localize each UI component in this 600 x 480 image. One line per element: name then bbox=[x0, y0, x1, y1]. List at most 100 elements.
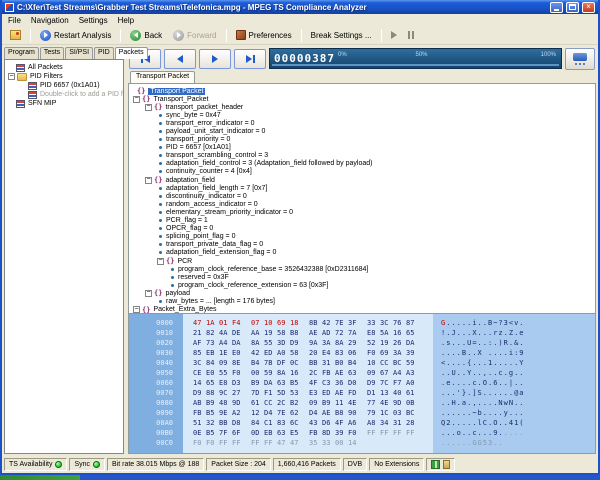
sidebar-item[interactable]: SFN MIP bbox=[6, 99, 122, 108]
hex-ascii-row[interactable]: ...'}.]S......@a bbox=[441, 389, 595, 399]
hex-ascii-row[interactable]: !.J...X...rz.Z.e bbox=[441, 329, 595, 339]
tree-node[interactable]: {}Transport Packet bbox=[133, 87, 595, 95]
tree-node[interactable]: PID = 6657 [0x1A01] bbox=[133, 144, 595, 152]
tab-si-psi[interactable]: SI/PSI bbox=[65, 47, 93, 59]
break-settings-button[interactable]: Break Settings ... bbox=[306, 29, 377, 42]
packet-position-panel[interactable]: 00000387 0% 50% 100% bbox=[269, 48, 562, 69]
hex-ascii-row[interactable]: G.....i..B~?3<v. bbox=[441, 319, 595, 329]
next-packet-button[interactable] bbox=[199, 49, 231, 69]
hex-bytes-row[interactable]: 85EB1EE042EDA05820E48306F0693A39 bbox=[193, 349, 433, 359]
hex-bytes-row[interactable]: 5132BBD884C1836C43D64FA6A8343128 bbox=[193, 419, 433, 429]
menu-settings[interactable]: Settings bbox=[74, 16, 113, 25]
tree-node[interactable]: −{}transport_packet_header bbox=[133, 103, 595, 111]
tab-packets[interactable]: Packets bbox=[115, 47, 148, 59]
tree-node-label: splicing_point_flag = 0 bbox=[166, 233, 235, 240]
hex-bytes-row[interactable]: 471A01F4071069188B427E3F333C7687 bbox=[193, 319, 433, 329]
tree-node[interactable]: random_access_indicator = 0 bbox=[133, 200, 595, 208]
bullet-icon bbox=[159, 243, 162, 246]
maximize-button[interactable] bbox=[566, 2, 579, 13]
tree-node[interactable]: PCR_flag = 1 bbox=[133, 217, 595, 225]
hex-bytes-row[interactable]: F0F0FFFFFFFF474735330014 bbox=[193, 439, 433, 449]
tree-node[interactable]: −{}adaptation_field bbox=[133, 176, 595, 184]
expander-icon[interactable]: − bbox=[145, 290, 152, 297]
tab-program[interactable]: Program bbox=[4, 47, 39, 59]
minimize-button[interactable] bbox=[550, 2, 563, 13]
tree-node[interactable]: −{}Packet_Extra_Bytes bbox=[133, 306, 595, 314]
hex-bytes-row[interactable]: 0EB57F6F0DEB63E5FB8D39F0FFFFFFFF bbox=[193, 429, 433, 439]
hex-offset: 0070 bbox=[129, 389, 173, 399]
tree-node[interactable]: program_clock_reference_base = 352643238… bbox=[133, 265, 595, 273]
position-track[interactable] bbox=[272, 64, 559, 66]
menu-navigation[interactable]: Navigation bbox=[26, 16, 74, 25]
sidebar-item[interactable]: Double-click to add a PID filter bbox=[6, 90, 122, 99]
back-button[interactable]: Back bbox=[125, 28, 167, 43]
hex-ascii-row[interactable]: ......~b....y... bbox=[441, 409, 595, 419]
tree-node[interactable]: discontinuity_indicator = 0 bbox=[133, 192, 595, 200]
menu-file[interactable]: File bbox=[3, 16, 26, 25]
stats-icon[interactable] bbox=[431, 460, 440, 469]
tree-node[interactable]: transport_priority = 0 bbox=[133, 136, 595, 144]
hex-ascii-row[interactable]: Q2.....lC.O..41( bbox=[441, 419, 595, 429]
tree-node[interactable]: adaptation_field_extension_flag = 0 bbox=[133, 249, 595, 257]
close-button[interactable]: × bbox=[582, 2, 595, 13]
titlebar[interactable]: C:\Xfer\Test Streams\Grabber Test Stream… bbox=[2, 0, 598, 14]
hex-bytes-row[interactable]: 1465E8D3B9DA63B54FC336D0D97CF7A0 bbox=[193, 379, 433, 389]
hex-ascii-row[interactable]: <....{...1.....Y bbox=[441, 359, 595, 369]
hex-ascii-row[interactable]: ....B..X ....i:9 bbox=[441, 349, 595, 359]
restart-analysis-button[interactable]: Restart Analysis bbox=[35, 28, 116, 43]
hex-ascii-row[interactable]: ......GG53.. bbox=[441, 439, 595, 449]
tree-node[interactable]: −{}payload bbox=[133, 289, 595, 297]
hex-bytes-row[interactable]: AF73A4DA8A553DD99A3A8A29521926DA bbox=[193, 339, 433, 349]
tree-node[interactable]: payload_unit_start_indicator = 0 bbox=[133, 127, 595, 135]
tree-node[interactable]: splicing_point_flag = 0 bbox=[133, 233, 595, 241]
forward-button[interactable]: Forward bbox=[168, 28, 221, 43]
hex-bytes-row[interactable]: ABB9489D61CC2CB209B9114E774E9D0B bbox=[193, 399, 433, 409]
log-icon[interactable] bbox=[443, 460, 450, 469]
tree-node[interactable]: reserved = 0x3F bbox=[133, 273, 595, 281]
hex-ascii-row[interactable]: ..H.a.,....NwN.. bbox=[441, 399, 595, 409]
start-button-edge[interactable] bbox=[0, 475, 80, 480]
tree-node[interactable]: program_clock_reference_extension = 63 [… bbox=[133, 281, 595, 289]
last-packet-button[interactable] bbox=[234, 49, 266, 69]
tab-pid[interactable]: PID bbox=[94, 47, 114, 59]
tab-tests[interactable]: Tests bbox=[40, 47, 64, 59]
preferences-button[interactable]: Preferences bbox=[231, 28, 297, 42]
sidebar-item[interactable]: −PID Filters bbox=[6, 72, 122, 81]
play-button[interactable] bbox=[386, 29, 402, 41]
tree-node[interactable]: transport_error_indicator = 0 bbox=[133, 119, 595, 127]
tree-node[interactable]: continuity_counter = 4 [0x4] bbox=[133, 168, 595, 176]
sidebar-item[interactable]: All Packets bbox=[6, 63, 122, 72]
packet-browser-button[interactable] bbox=[565, 48, 595, 70]
expander-icon[interactable]: − bbox=[8, 73, 15, 80]
expander-icon[interactable]: − bbox=[133, 96, 140, 103]
hex-bytes-row[interactable]: CEE055F000598A162CFBAE630967A4A3 bbox=[193, 369, 433, 379]
tree-node[interactable]: adaptation_field_control = 3 (Adaptation… bbox=[133, 160, 595, 168]
tree-node[interactable]: adaptation_field_length = 7 [0x7] bbox=[133, 184, 595, 192]
sidebar-item[interactable]: PID 6657 (0x1A01) bbox=[6, 81, 122, 90]
hex-bytes-row[interactable]: D9889C277DF15D53E3EDAEFDD1134061 bbox=[193, 389, 433, 399]
pause-button[interactable] bbox=[403, 29, 419, 41]
expander-icon[interactable]: − bbox=[145, 177, 152, 184]
hex-ascii-row[interactable]: .e....c.O.6..|.. bbox=[441, 379, 595, 389]
previous-packet-button[interactable] bbox=[164, 49, 196, 69]
tree-node[interactable]: transport_scrambling_control = 3 bbox=[133, 152, 595, 160]
open-file-button[interactable] bbox=[5, 28, 26, 42]
tree-node[interactable]: OPCR_flag = 0 bbox=[133, 225, 595, 233]
expander-icon[interactable]: − bbox=[157, 258, 164, 265]
menu-help[interactable]: Help bbox=[113, 16, 139, 25]
hex-ascii-row[interactable]: ...o..c...9..... bbox=[441, 429, 595, 439]
tab-transport-packet[interactable]: Transport Packet bbox=[130, 71, 195, 83]
expander-icon[interactable]: − bbox=[133, 306, 140, 313]
tree-node[interactable]: elementary_stream_priority_indicator = 0 bbox=[133, 208, 595, 216]
hex-ascii-row[interactable]: .s...U=..:.)R.&. bbox=[441, 339, 595, 349]
hex-bytes-row[interactable]: FBB59EA212D47E62D4AEB890791C03BC bbox=[193, 409, 433, 419]
tree-node[interactable]: −{}PCR bbox=[133, 257, 595, 265]
expander-icon[interactable]: − bbox=[145, 104, 152, 111]
hex-bytes-row[interactable]: 3C84098EB47BDF0CBB31B0B410CCBC59 bbox=[193, 359, 433, 369]
tree-node[interactable]: raw_bytes = ... [length = 176 bytes] bbox=[133, 297, 595, 305]
tree-node[interactable]: transport_private_data_flag = 0 bbox=[133, 241, 595, 249]
hex-ascii-row[interactable]: ..U..Y..,..c.g.. bbox=[441, 369, 595, 379]
hex-bytes-row[interactable]: 21824ADEAA1958B8AEAD727AE85A1665 bbox=[193, 329, 433, 339]
tree-node[interactable]: −{}Transport_Packet bbox=[133, 95, 595, 103]
tree-node[interactable]: sync_byte = 0x47 bbox=[133, 111, 595, 119]
